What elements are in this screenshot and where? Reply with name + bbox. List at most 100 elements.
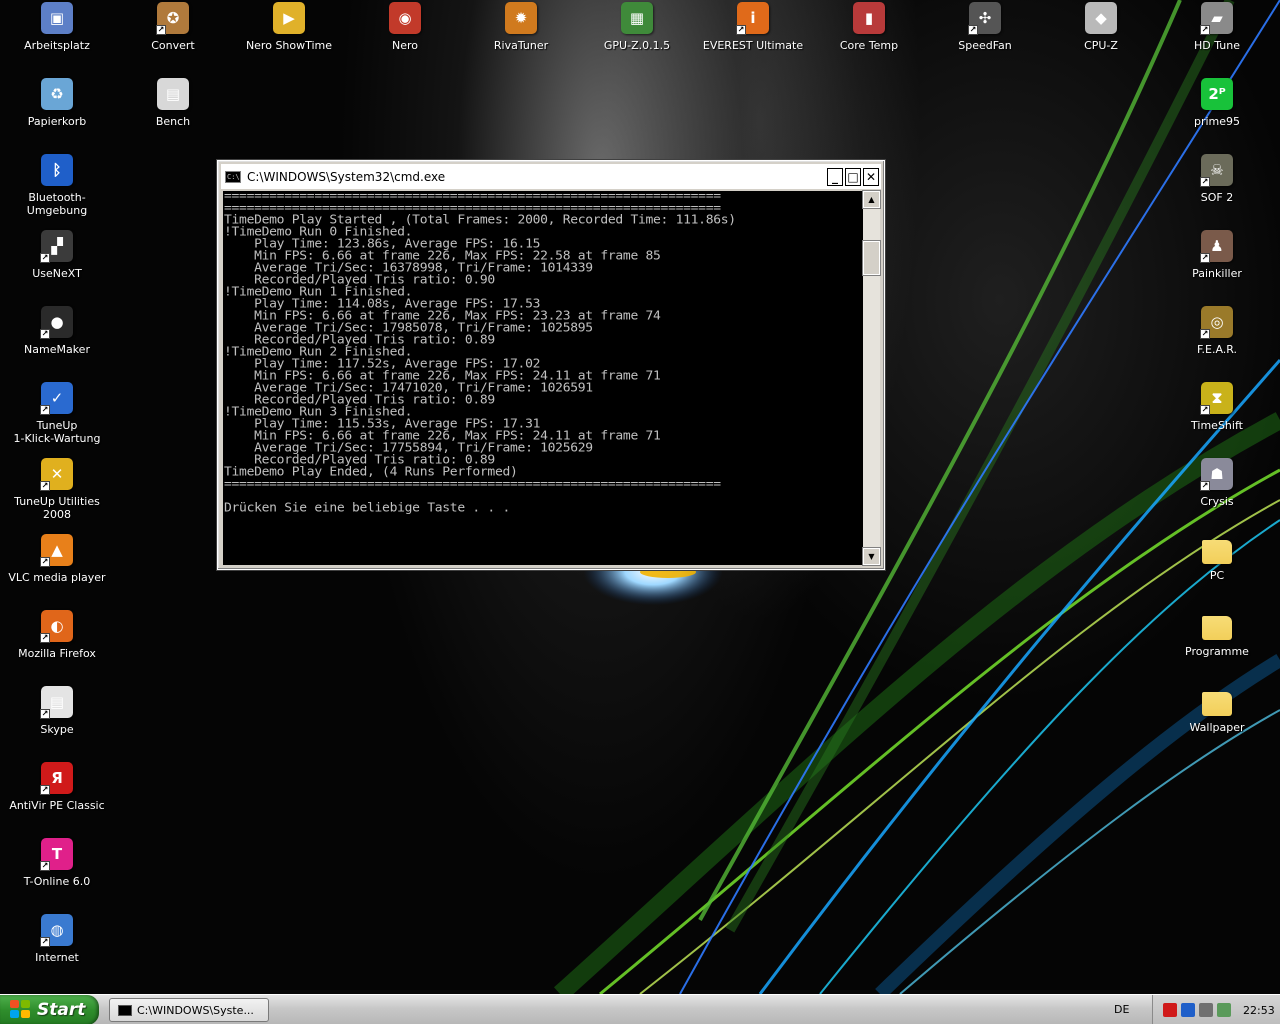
namemaker-icon: ● ↗ bbox=[40, 306, 73, 339]
desktop-icon[interactable]: ◆ CPU-Z bbox=[1046, 0, 1156, 70]
desktop-icon[interactable]: ▮ Core Temp bbox=[814, 0, 924, 70]
console-output[interactable]: ========================================… bbox=[223, 191, 863, 565]
desktop-icon-label: SOF 2 bbox=[1200, 191, 1234, 204]
language-indicator[interactable]: DE bbox=[1114, 1003, 1129, 1016]
desktop-icon-label: Bench bbox=[155, 115, 191, 128]
nero-icon: ◉ bbox=[389, 2, 421, 34]
network-tray-icon[interactable] bbox=[1217, 1003, 1231, 1017]
desktop-icon-label: Mozilla Firefox bbox=[18, 647, 96, 660]
desktop-icon[interactable]: ◎ ↗ F.E.A.R. bbox=[1162, 304, 1272, 374]
desktop-icon[interactable]: ♻ Papierkorb bbox=[2, 76, 112, 146]
desktop-icon[interactable]: ♟ ↗ Painkiller bbox=[1162, 228, 1272, 298]
clock[interactable]: 22:53 bbox=[1243, 1004, 1275, 1017]
folder-icon bbox=[1202, 616, 1232, 640]
desktop-icon[interactable]: ◐ ↗ Mozilla Firefox bbox=[2, 608, 112, 678]
desktop-icon[interactable]: ᛒ Bluetooth-Umgebung bbox=[2, 152, 112, 222]
bench-icon: ▤ bbox=[157, 78, 189, 110]
desktop-icon[interactable]: ✕ ↗ TuneUp Utilities 2008 bbox=[2, 456, 112, 526]
close-button[interactable]: ✕ bbox=[863, 167, 879, 186]
taskbar-button-label: C:\WINDOWS\Syste... bbox=[137, 1003, 254, 1017]
shortcut-arrow-icon: ↗ bbox=[1200, 253, 1210, 263]
desktop-icon-label: TuneUp Utilities 2008 bbox=[14, 495, 100, 521]
shortcut-arrow-icon: ↗ bbox=[40, 481, 50, 491]
desktop-icon-label: Papierkorb bbox=[27, 115, 87, 128]
desktop-icon[interactable]: ✪ ↗ Convert bbox=[118, 0, 228, 70]
antivir-tray-icon[interactable] bbox=[1163, 1003, 1177, 1017]
shortcut-arrow-icon: ↗ bbox=[40, 709, 50, 719]
desktop-icon-label: Crysis bbox=[1200, 495, 1234, 508]
cmd-window[interactable]: C:\ C:\WINDOWS\System32\cmd.exe _ □ ✕ ==… bbox=[216, 159, 886, 571]
desktop-icon[interactable]: ✣ ↗ SpeedFan bbox=[930, 0, 1040, 70]
desktop-icon-label: T-Online 6.0 bbox=[23, 875, 91, 888]
desktop-icon[interactable]: ▤ Bench bbox=[118, 76, 228, 146]
shortcut-arrow-icon: ↗ bbox=[1200, 405, 1210, 415]
cmd-icon bbox=[118, 1004, 132, 1016]
desktop-icon-label: HD Tune bbox=[1194, 39, 1240, 52]
cpu-z-icon: ◆ bbox=[1085, 2, 1117, 34]
desktop-icon[interactable]: ▦ GPU-Z.0.1.5 bbox=[582, 0, 692, 70]
minimize-button[interactable]: _ bbox=[827, 167, 843, 186]
shortcut-arrow-icon: ↗ bbox=[1200, 177, 1210, 187]
desktop-icon-label: Internet bbox=[35, 951, 79, 964]
desktop-icon[interactable]: ✓ ↗ TuneUp 1-Klick-Wartung bbox=[2, 380, 112, 450]
cmd-window-title: C:\WINDOWS\System32\cmd.exe bbox=[247, 169, 446, 184]
painkiller-icon: ♟ ↗ bbox=[1200, 230, 1233, 263]
desktop-icon[interactable]: ◉ Nero bbox=[350, 0, 460, 70]
shortcut-arrow-icon: ↗ bbox=[736, 25, 746, 35]
rivatuner-icon: ✹ bbox=[505, 2, 537, 34]
shortcut-arrow-icon: ↗ bbox=[40, 329, 50, 339]
console-line: ========================================… bbox=[224, 477, 721, 492]
convert-icon: ✪ ↗ bbox=[156, 2, 189, 35]
desktop-icon[interactable]: PC bbox=[1162, 532, 1272, 602]
shortcut-arrow-icon: ↗ bbox=[1200, 481, 1210, 491]
cmd-window-icon[interactable]: C:\ bbox=[225, 170, 241, 183]
desktop-icon-label: NameMaker bbox=[24, 343, 90, 356]
desktop-icon[interactable]: ⧗ ↗ TimeShift bbox=[1162, 380, 1272, 450]
desktop-icon[interactable]: ▲ ↗ VLC media player bbox=[2, 532, 112, 602]
vertical-scrollbar[interactable]: ▲ ▼ bbox=[862, 190, 881, 566]
everest-icon: i ↗ bbox=[736, 2, 769, 35]
desktop-icon[interactable]: Wallpaper bbox=[1162, 684, 1272, 754]
desktop-icon[interactable]: Programme bbox=[1162, 608, 1272, 678]
desktop-icon-label: TimeShift bbox=[1191, 419, 1243, 432]
desktop-icon[interactable]: ▞ ↗ UseNeXT bbox=[2, 228, 112, 298]
desktop-icon-label: Core Temp bbox=[839, 39, 899, 52]
fear-icon: ◎ ↗ bbox=[1200, 306, 1233, 339]
desktop-icon[interactable]: ▣ Arbeitsplatz bbox=[2, 0, 112, 70]
desktop-icon-label: Bluetooth-Umgebung bbox=[26, 191, 88, 217]
system-tray: 22:53 bbox=[1152, 995, 1280, 1024]
gpu-z-icon: ▦ bbox=[621, 2, 653, 34]
desktop-icon[interactable]: ◍ ↗ Internet bbox=[2, 912, 112, 982]
scrollbar-thumb[interactable] bbox=[862, 240, 881, 276]
start-label: Start bbox=[37, 1000, 86, 1020]
bluetooth-icon: ᛒ bbox=[41, 154, 73, 186]
desktop-icon[interactable]: T ↗ T-Online 6.0 bbox=[2, 836, 112, 906]
desktop-icon[interactable]: ✹ RivaTuner bbox=[466, 0, 576, 70]
speedfan-tray-icon[interactable] bbox=[1199, 1003, 1213, 1017]
scroll-up-arrow-icon[interactable]: ▲ bbox=[862, 190, 881, 209]
desktop-icon[interactable]: ▶ Nero ShowTime bbox=[234, 0, 344, 70]
desktop-icon-label: Wallpaper bbox=[1189, 721, 1245, 734]
desktop-icon-label: EVEREST Ultimate bbox=[702, 39, 804, 52]
shortcut-arrow-icon: ↗ bbox=[156, 25, 166, 35]
shortcut-arrow-icon: ↗ bbox=[40, 861, 50, 871]
desktop-icon[interactable]: Я ↗ AntiVir PE Classic bbox=[2, 760, 112, 830]
bluetooth-tray-icon[interactable] bbox=[1181, 1003, 1195, 1017]
desktop-icon[interactable]: i ↗ EVEREST Ultimate bbox=[698, 0, 808, 70]
desktop-icon[interactable]: ☠ ↗ SOF 2 bbox=[1162, 152, 1272, 222]
start-button[interactable]: Start bbox=[0, 995, 99, 1024]
desktop-icon[interactable]: 2ᴾ prime95 bbox=[1162, 76, 1272, 146]
desktop-icon[interactable]: ☗ ↗ Crysis bbox=[1162, 456, 1272, 526]
shortcut-arrow-icon: ↗ bbox=[40, 253, 50, 263]
cmd-titlebar[interactable]: C:\ C:\WINDOWS\System32\cmd.exe _ □ ✕ bbox=[221, 164, 881, 189]
scroll-down-arrow-icon[interactable]: ▼ bbox=[862, 547, 881, 566]
maximize-button[interactable]: □ bbox=[845, 167, 861, 186]
shortcut-arrow-icon: ↗ bbox=[1200, 25, 1210, 35]
desktop-icon[interactable]: ● ↗ NameMaker bbox=[2, 304, 112, 374]
desktop-icon[interactable]: ▤ ↗ Skype bbox=[2, 684, 112, 754]
desktop-icon[interactable]: ▰ ↗ HD Tune bbox=[1162, 0, 1272, 70]
desktop-icon-label: TuneUp 1-Klick-Wartung bbox=[13, 419, 101, 445]
console-line: Drücken Sie eine beliebige Taste . . . bbox=[224, 501, 511, 516]
taskbar-button-cmd[interactable]: C:\WINDOWS\Syste... bbox=[109, 998, 269, 1022]
core-temp-icon: ▮ bbox=[853, 2, 885, 34]
